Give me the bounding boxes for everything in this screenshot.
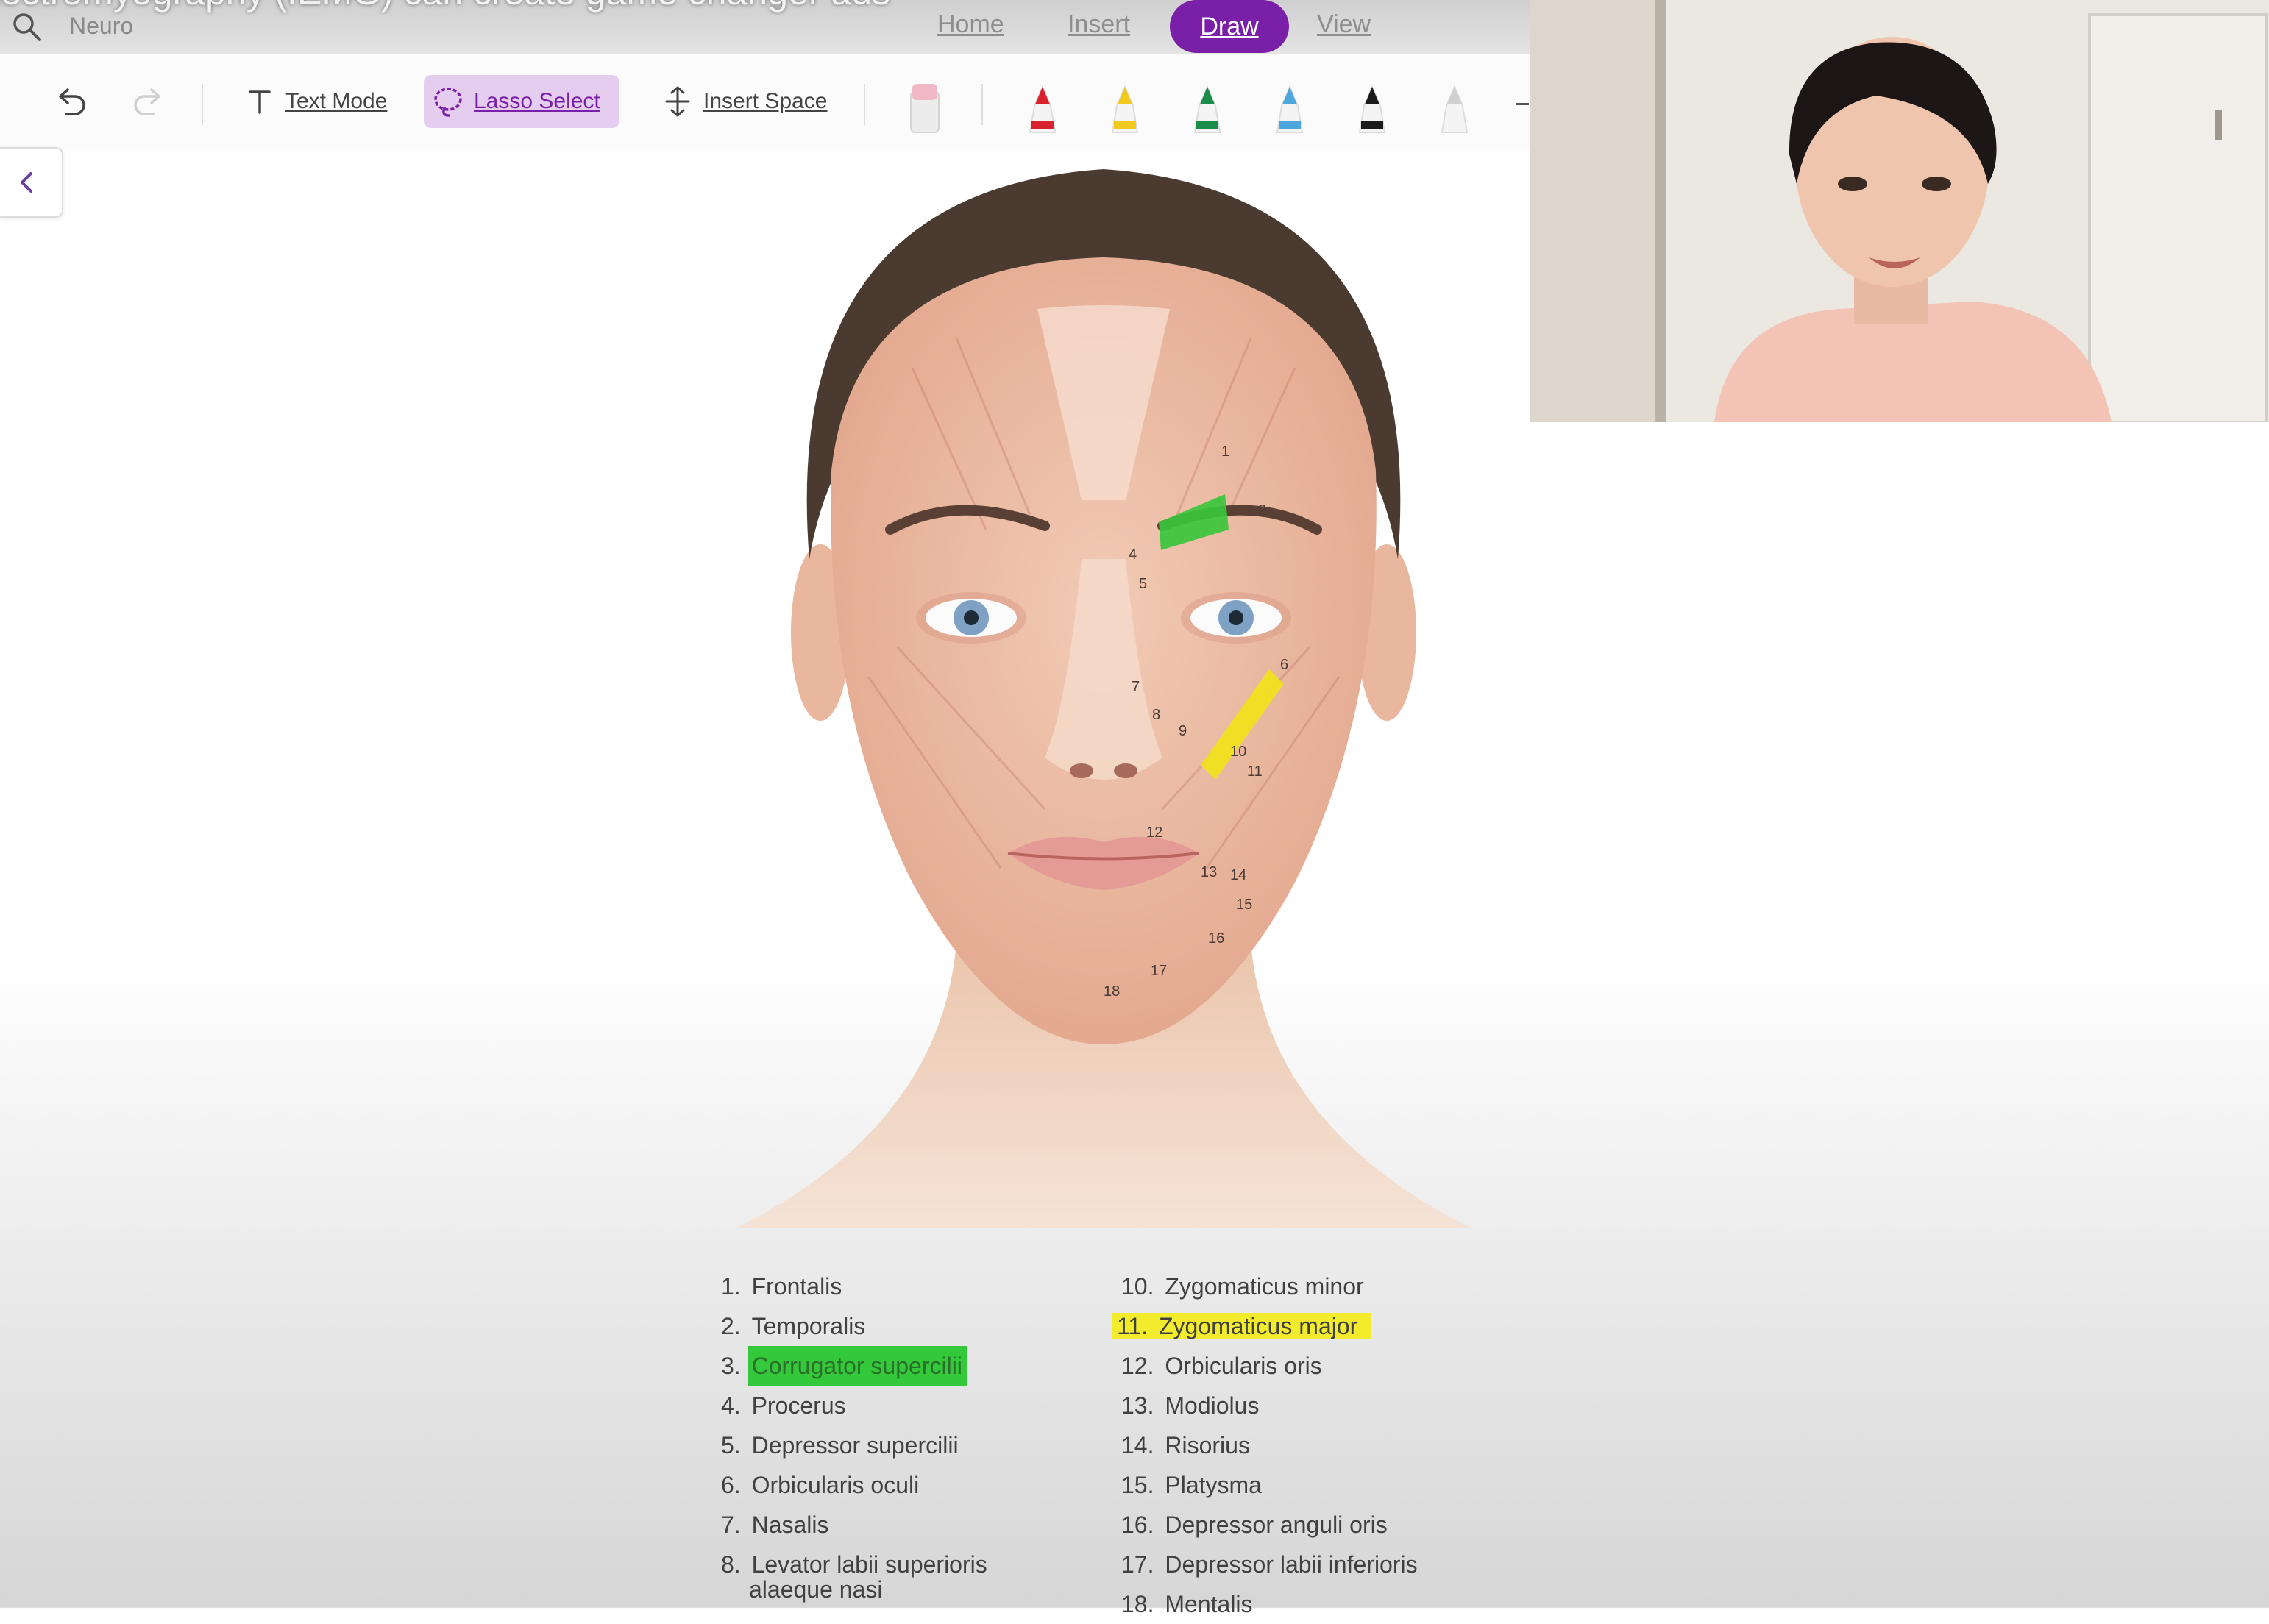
- redo-icon[interactable]: [128, 82, 169, 123]
- text-mode-button[interactable]: Text Mode: [235, 75, 405, 128]
- face-label: 11: [1247, 763, 1263, 780]
- lasso-icon: [434, 88, 462, 117]
- text-icon: [249, 90, 271, 114]
- legend-item: 1. Frontalis: [721, 1273, 842, 1300]
- draw-toolbar: Text Mode Lasso Select Insert Space: [0, 54, 1530, 150]
- green-highlight: Corrugator supercilii: [747, 1346, 967, 1386]
- legend-item-continuation: alaeque nasi: [749, 1576, 883, 1603]
- lasso-select-button[interactable]: Lasso Select: [424, 75, 619, 128]
- toolbar-overflow-mark[interactable]: [1516, 103, 1529, 105]
- legend-item: 5. Depressor supercilii: [721, 1432, 959, 1459]
- pen-yellow-icon[interactable]: [1105, 84, 1145, 135]
- legend-item: 14. Risorius: [1121, 1432, 1250, 1459]
- yellow-highlight: 11. Zygomaticus major: [1112, 1313, 1371, 1339]
- legend-item: 8. Levator labii superioris alaeque nasi: [721, 1545, 992, 1603]
- search-icon[interactable]: [10, 10, 43, 43]
- legend-item: 10. Zygomaticus minor: [1121, 1273, 1364, 1300]
- facial-muscles-illustration: 1 2 4 5 6 7 8 9 10 11 12 13 14 15 16 17 …: [736, 169, 1471, 1228]
- face-label: 13: [1201, 864, 1217, 880]
- legend-item: 16. Depressor anguli oris: [1121, 1511, 1388, 1538]
- legend-item: 12. Orbicularis oris: [1121, 1353, 1322, 1379]
- muscle-legend: 1. Frontalis 2. Temporalis 3. Corrugator…: [721, 1267, 1530, 1617]
- face-label: 5: [1139, 576, 1147, 592]
- presenter-video: [1530, 0, 2269, 422]
- face-label: 2: [1258, 502, 1266, 519]
- pen-red-icon[interactable]: [1023, 84, 1062, 135]
- toolbar-divider: [202, 84, 203, 125]
- legend-item: 13. Modiolus: [1121, 1392, 1260, 1419]
- face-label: 6: [1280, 657, 1288, 673]
- face-label: 14: [1230, 867, 1246, 883]
- search-label[interactable]: Neuro: [69, 13, 133, 40]
- tab-home[interactable]: Home: [937, 10, 1004, 39]
- legend-item: 4. Procerus: [721, 1392, 846, 1419]
- face-label: 1: [1221, 444, 1229, 460]
- webcam-feed: [1530, 0, 2269, 422]
- chevron-left-icon: [21, 172, 32, 193]
- legend-item-highlighted: 3. Corrugator supercilii: [721, 1346, 992, 1386]
- text-mode-label: Text Mode: [285, 89, 388, 113]
- tab-insert[interactable]: Insert: [1068, 10, 1130, 39]
- face-label: 9: [1179, 723, 1187, 739]
- lasso-select-label: Lasso Select: [474, 89, 600, 113]
- pen-black-icon[interactable]: [1352, 84, 1392, 135]
- face-label: 12: [1146, 825, 1162, 841]
- video-title: lectromyography (fEMG) can create game c…: [0, 0, 890, 13]
- tab-draw[interactable]: Draw: [1170, 0, 1289, 53]
- legend-item: 18. Mentalis: [1121, 1591, 1253, 1617]
- legend-item-highlighted: 11. Zygomaticus major: [1112, 1306, 1422, 1346]
- legend-item: 17. Depressor labii inferioris: [1121, 1551, 1418, 1578]
- collapse-panel-button[interactable]: [0, 147, 63, 218]
- face-label: 4: [1129, 546, 1137, 563]
- toolbar-divider: [864, 84, 865, 125]
- legend-column-right: 10. Zygomaticus minor 11. Zygomaticus ma…: [1112, 1267, 1422, 1624]
- face-label: 10: [1230, 744, 1246, 760]
- face-label: 7: [1132, 679, 1140, 695]
- face-label: 18: [1104, 983, 1120, 1000]
- pen-green-icon[interactable]: [1187, 84, 1227, 135]
- face-label: 15: [1236, 897, 1252, 913]
- face-label: 17: [1151, 963, 1167, 979]
- pen-gray-icon[interactable]: [1435, 84, 1474, 135]
- insert-space-icon: [665, 86, 690, 117]
- face-label: 16: [1208, 930, 1224, 947]
- legend-item: 6. Orbicularis oculi: [721, 1472, 920, 1498]
- legend-item: 2. Temporalis: [721, 1313, 866, 1339]
- legend-item: 7. Nasalis: [721, 1511, 829, 1538]
- legend-column-left: 1. Frontalis 2. Temporalis 3. Corrugator…: [721, 1267, 992, 1603]
- face-label: 8: [1152, 707, 1160, 723]
- legend-item: 15. Platysma: [1121, 1472, 1262, 1498]
- undo-icon[interactable]: [50, 82, 91, 123]
- eraser-icon[interactable]: [903, 81, 946, 135]
- pen-blue-icon[interactable]: [1270, 84, 1310, 135]
- tab-view[interactable]: View: [1317, 10, 1371, 39]
- insert-space-label: Insert Space: [703, 89, 828, 113]
- toolbar-divider: [981, 84, 983, 125]
- insert-space-button[interactable]: Insert Space: [653, 75, 839, 128]
